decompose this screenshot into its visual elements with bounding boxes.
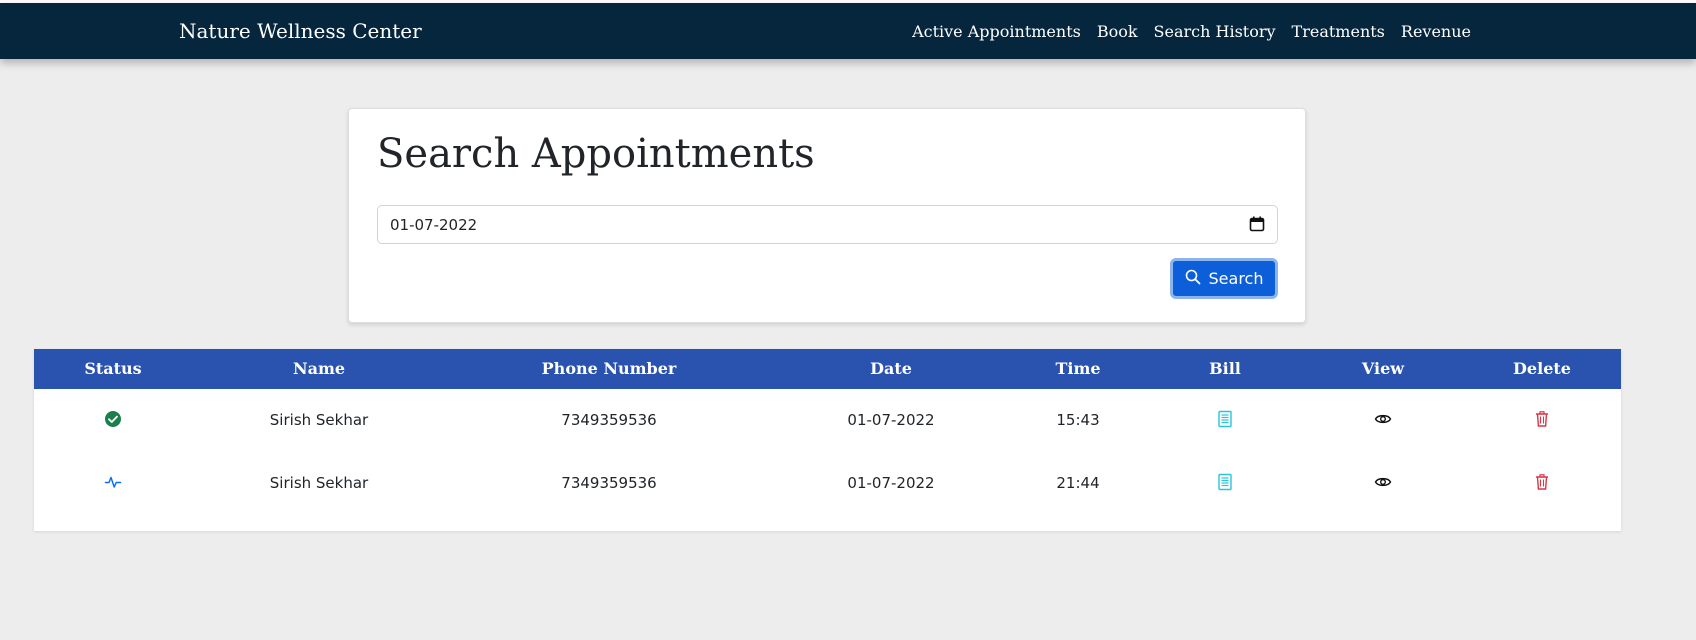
eye-icon[interactable] [1374,473,1392,491]
nav-link-active-appointments[interactable]: Active Appointments [912,22,1081,41]
date-input-value: 01-07-2022 [390,216,478,234]
column-header-date: Date [870,359,912,378]
column-header-phone-number: Phone Number [541,359,677,378]
phone-cell: 7349359536 [561,474,657,492]
calendar-icon[interactable] [1249,216,1265,232]
date-cell: 01-07-2022 [847,411,935,429]
date-cell: 01-07-2022 [847,474,935,492]
time-cell: 21:44 [1056,474,1100,492]
time-cell: 15:43 [1056,411,1100,429]
nav-link-search-history[interactable]: Search History [1154,22,1276,41]
column-header-delete: Delete [1513,359,1571,378]
nav-link-book[interactable]: Book [1097,22,1138,41]
column-header-bill: Bill [1209,359,1241,378]
check-circle-icon [104,410,122,428]
search-button[interactable]: Search [1170,258,1278,299]
navbar: Nature Wellness Center Active Appointmen… [0,3,1696,59]
name-cell: Sirish Sekhar [269,411,369,429]
column-header-time: Time [1055,359,1101,378]
activity-icon [104,473,122,491]
column-header-status: Status [84,359,142,378]
bill-icon[interactable] [1216,473,1234,491]
table-header: Status Name Phone Number Date Time Bill … [34,349,1621,389]
trash-icon[interactable] [1533,410,1551,428]
date-input[interactable]: 01-07-2022 [377,205,1278,244]
page-title: Search Appointments [377,131,815,177]
name-cell: Sirish Sekhar [269,474,369,492]
column-header-view: View [1361,359,1405,378]
nav-link-treatments[interactable]: Treatments [1292,22,1385,41]
brand-link[interactable]: Nature Wellness Center [179,19,422,43]
search-icon [1185,269,1201,289]
phone-cell: 7349359536 [561,411,657,429]
table-row: Sirish Sekhar 7349359536 01-07-2022 15:4… [34,389,1621,451]
appointments-table: Status Name Phone Number Date Time Bill … [34,349,1621,531]
trash-icon[interactable] [1533,473,1551,491]
nav-links: Active Appointments Book Search History … [912,22,1471,41]
nav-link-revenue[interactable]: Revenue [1401,22,1471,41]
search-card: Search Appointments 01-07-2022 Search [348,108,1306,323]
eye-icon[interactable] [1374,410,1392,428]
search-button-label: Search [1208,269,1264,288]
column-header-name: Name [292,359,346,378]
bill-icon[interactable] [1216,410,1234,428]
table-row: Sirish Sekhar 7349359536 01-07-2022 21:4… [34,452,1621,514]
